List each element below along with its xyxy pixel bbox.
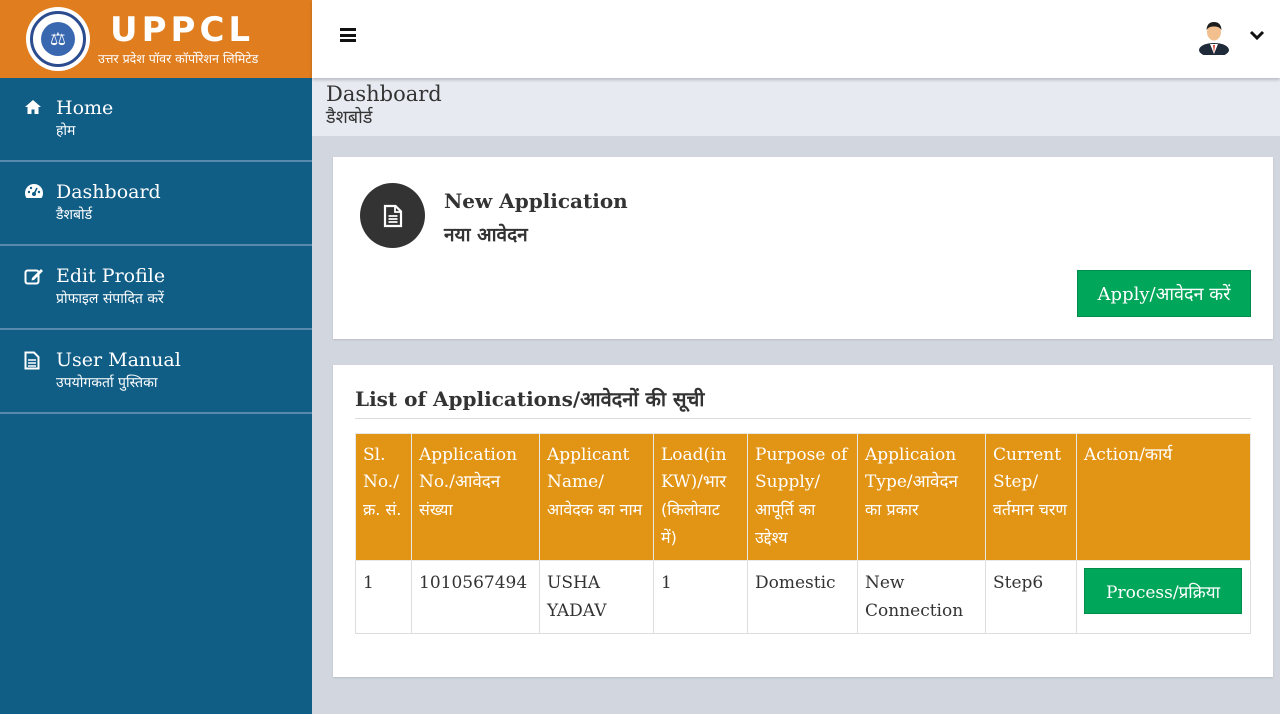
sidebar-item-label-hi: होम: [56, 123, 76, 139]
new-application-title: New Application: [444, 189, 628, 213]
table-header-row: Sl. No./क्र. सं. Application No./आवेदन सं…: [355, 433, 1251, 561]
sidebar-item-edit-profile[interactable]: Edit Profile प्रोफाइल संपादित करें: [0, 246, 312, 330]
column-header-sl-no: Sl. No./क्र. सं.: [355, 433, 412, 561]
page-title-hi: डैशबोर्ड: [326, 107, 373, 128]
document-icon: [24, 351, 44, 371]
cell-purpose: Domestic: [747, 560, 858, 634]
top-navbar: [312, 0, 1280, 78]
uppcl-emblem-icon: ⚖: [26, 7, 90, 71]
sidebar-item-user-manual[interactable]: User Manual उपयोगकर्ता पुस्तिका: [0, 330, 312, 414]
home-icon: [24, 99, 44, 119]
column-header-applicant-name: Applicant Name/आवेदक का नाम: [539, 433, 654, 561]
brand-subtitle: उत्तर प्रदेश पॉवर कॉर्पोरेशन लिमिटेड: [98, 50, 259, 66]
sidebar-item-label: User Manual: [56, 349, 181, 371]
sidebar-item-home[interactable]: Home होम: [0, 78, 312, 162]
edit-icon: [24, 267, 44, 287]
new-application-title-hi: नया आवेदन: [444, 224, 528, 246]
cell-sl-no: 1: [355, 560, 412, 634]
apply-button[interactable]: Apply/आवेदन करें: [1077, 270, 1251, 317]
sidebar-item-label-hi: उपयोगकर्ता पुस्तिका: [56, 375, 158, 391]
sidebar-item-label: Edit Profile: [56, 265, 166, 287]
column-header-current-step: Current Step/वर्तमान चरण: [985, 433, 1077, 561]
applications-table: Sl. No./क्र. सं. Application No./आवेदन सं…: [355, 433, 1251, 634]
cell-load: 1: [653, 560, 748, 634]
sidebar-item-dashboard[interactable]: Dashboard डैशबोर्ड: [0, 162, 312, 246]
column-header-purpose: Purpose of Supply/आपूर्ति का उद्देश्य: [747, 433, 858, 561]
cell-applicant-name: USHA YADAV: [539, 560, 654, 634]
cell-application-no: 1010567494: [411, 560, 540, 634]
applications-list-title: List of Applications/आवेदनों की सूची: [355, 385, 1251, 419]
sidebar: Home होम Dashboard डैशबोर्ड Edit Profile…: [0, 78, 312, 714]
brand-title: UPPCL: [110, 9, 255, 50]
hamburger-icon[interactable]: [340, 28, 356, 42]
column-header-load: Load(in KW)/भार (किलोवाट में): [653, 433, 748, 561]
column-header-application-type: Applicaion Type/आवेदन का प्रकार: [857, 433, 986, 561]
sidebar-item-label-hi: डैशबोर्ड: [56, 207, 93, 223]
sidebar-item-label-hi: प्रोफाइल संपादित करें: [56, 291, 164, 307]
user-menu-chevron-icon[interactable]: [1249, 26, 1265, 45]
applications-list-card: List of Applications/आवेदनों की सूची Sl.…: [333, 365, 1273, 677]
new-application-card: New Application नया आवेदन Apply/आवेदन कर…: [333, 157, 1273, 339]
cell-action: Process/प्रक्रिया: [1076, 560, 1251, 634]
sidebar-item-label: Dashboard: [56, 181, 161, 203]
dashboard-icon: [24, 183, 44, 203]
table-row: 1 1010567494 USHA YADAV 1 Domestic New C…: [355, 560, 1251, 634]
page-header: Dashboard डैशबोर्ड: [312, 78, 1280, 136]
sidebar-item-label: Home: [56, 97, 114, 119]
process-button[interactable]: Process/प्रक्रिया: [1084, 568, 1242, 614]
brand-logo[interactable]: ⚖ UPPCL उत्तर प्रदेश पॉवर कॉर्पोरेशन लिम…: [0, 0, 312, 78]
user-avatar-icon[interactable]: [1198, 19, 1230, 57]
column-header-action: Action/कार्य: [1076, 433, 1251, 561]
page-title: Dashboard: [326, 82, 442, 106]
document-icon: [360, 183, 425, 248]
column-header-application-no: Application No./आवेदन संख्या: [411, 433, 540, 561]
cell-current-step: Step6: [985, 560, 1077, 634]
cell-application-type: New Connection: [857, 560, 986, 634]
